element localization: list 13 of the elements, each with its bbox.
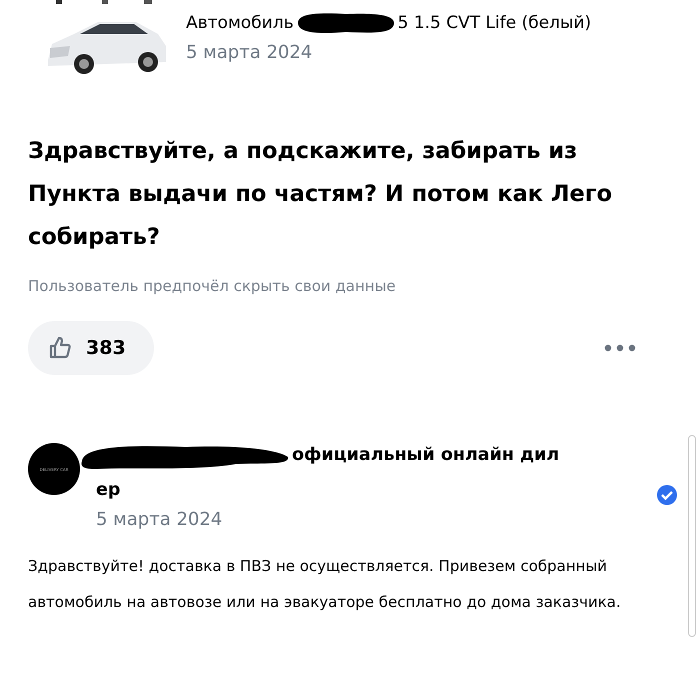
product-title[interactable]: 5 1.5 CVT Life (белый) bbox=[398, 13, 592, 33]
answer-text: Здравствуйте! доставка в ПВЗ не осуществляется. Привезем собранный автомобиль на автовозе или на эвакуаторе бесплатно до дома заказчика. bbox=[28, 556, 622, 613]
dealer-name: ер bbox=[95, 479, 122, 502]
dealer-name: официальный онлайн дил bbox=[292, 444, 560, 467]
question-text: Здравствуйте, а подскажите, забирать из Пункта выдачи по частям? И потом как Лего собирать? bbox=[28, 137, 614, 252]
scrollbar[interactable] bbox=[688, 435, 696, 637]
date: 5 марта 2024 bbox=[186, 42, 314, 63]
thumbs-up-icon bbox=[48, 336, 72, 360]
like-button[interactable]: 383 bbox=[28, 321, 154, 375]
more-icon bbox=[604, 344, 636, 352]
product-title[interactable]: Автомобиль bbox=[186, 13, 294, 33]
date: 5 марта 2024 bbox=[95, 509, 224, 530]
author-note: Пользователь предпочёл скрыть свои данные bbox=[28, 277, 397, 295]
